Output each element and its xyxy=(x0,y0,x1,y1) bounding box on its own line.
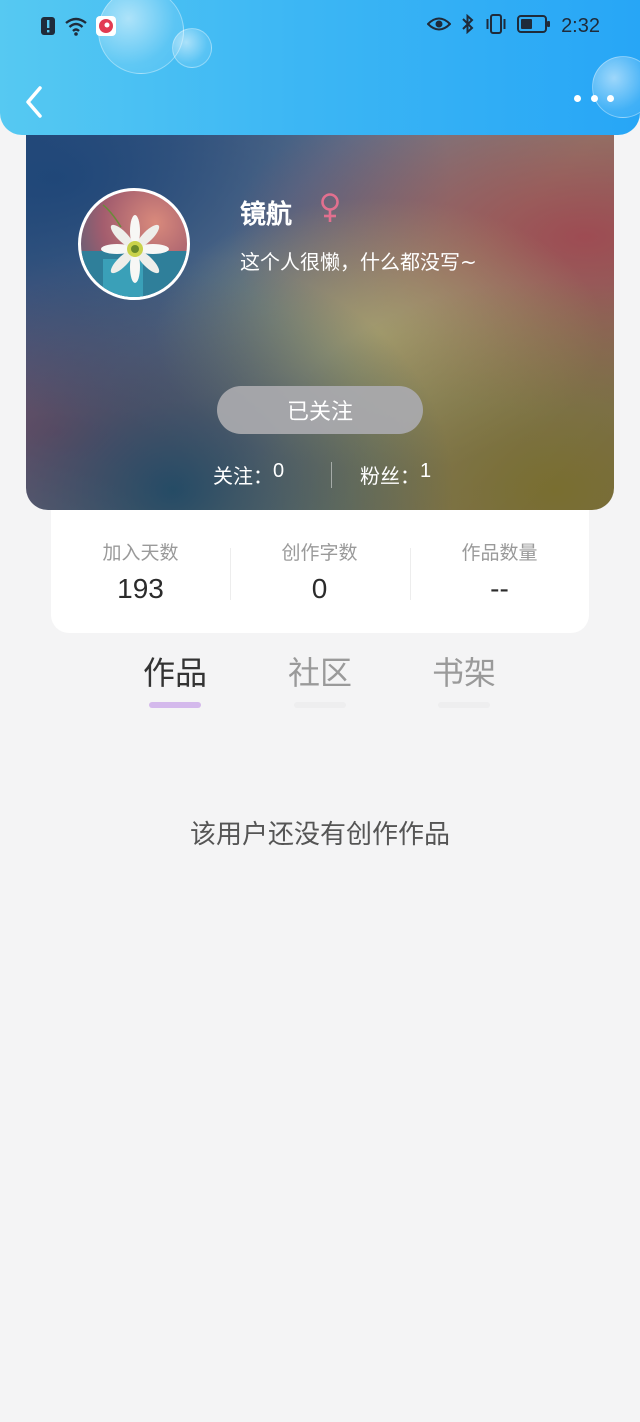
stat-word-count: 创作字数 0 xyxy=(230,538,409,605)
wifi-icon xyxy=(64,16,88,40)
following-count: 0 xyxy=(273,460,285,482)
app-notification-icon xyxy=(96,16,116,40)
stats-panel: 加入天数 193 创作字数 0 作品数量 -- xyxy=(51,510,589,633)
avatar-image xyxy=(81,204,187,297)
username: 镜航 xyxy=(240,200,293,230)
empty-state-message: 该用户还没有创作作品 xyxy=(189,820,450,850)
divider xyxy=(331,462,332,488)
more-options-button[interactable] xyxy=(574,88,614,108)
back-button[interactable] xyxy=(18,82,54,122)
stat-value: 193 xyxy=(117,573,164,604)
stat-join-days: 加入天数 193 xyxy=(51,538,230,605)
profile-card: 镜航 这个人很懒，什么都没写~ 已关注 关注： 0 粉丝： 1 xyxy=(26,120,614,510)
tab-community[interactable]: 社区 xyxy=(270,648,370,694)
bluetooth-icon xyxy=(461,13,475,38)
more-dot xyxy=(607,94,614,102)
tab-indicator xyxy=(438,702,490,708)
following-stat[interactable]: 关注： 0 xyxy=(213,460,284,489)
stat-value: -- xyxy=(490,573,509,604)
tab-works[interactable]: 作品 xyxy=(125,648,225,694)
content-tabs: 作品 社区 书架 xyxy=(0,648,640,718)
app-header: 2:32 xyxy=(0,0,640,135)
following-label: 关注： xyxy=(213,464,273,488)
stat-label: 作品数量 xyxy=(461,542,538,564)
more-dot xyxy=(590,94,598,102)
tab-indicator xyxy=(294,702,346,708)
vibrate-icon xyxy=(485,14,507,38)
stat-label: 创作字数 xyxy=(281,542,358,564)
stat-label: 加入天数 xyxy=(102,542,179,564)
stat-works-count: 作品数量 -- xyxy=(410,538,589,605)
tab-bookshelf[interactable]: 书架 xyxy=(414,648,514,694)
eye-icon xyxy=(426,15,452,37)
status-time: 2:32 xyxy=(561,14,600,37)
followers-label: 粉丝： xyxy=(360,464,420,488)
alert-icon xyxy=(40,16,56,40)
chevron-left-icon xyxy=(26,86,42,118)
profile-page: 2:32 镜航 这个人很懒，什么都没写~ 已关注 关注： 0 粉丝： 1 加入天… xyxy=(0,0,640,1422)
followers-count: 1 xyxy=(420,460,432,482)
followers-stat[interactable]: 粉丝： 1 xyxy=(360,460,431,489)
battery-icon xyxy=(517,14,551,38)
female-icon xyxy=(318,192,342,228)
tab-indicator-active xyxy=(149,702,201,708)
decorative-bubble xyxy=(592,56,640,118)
avatar[interactable] xyxy=(78,188,190,300)
stat-value: 0 xyxy=(311,573,328,604)
bio: 这个人很懒，什么都没写~ xyxy=(240,250,477,274)
more-dot xyxy=(574,94,581,102)
status-bar: 2:32 xyxy=(0,0,640,56)
follow-button[interactable]: 已关注 xyxy=(217,386,423,434)
